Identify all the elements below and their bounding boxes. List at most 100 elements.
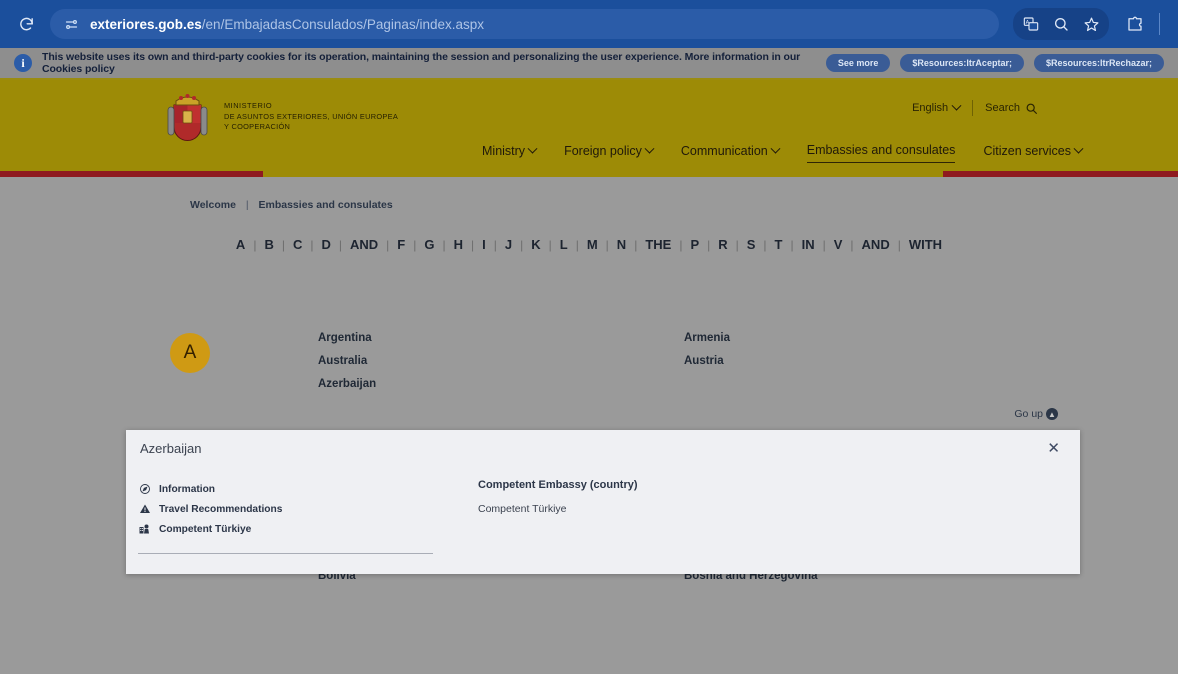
modal-menu-item-competent-embassy[interactable]: Competent Türkiye bbox=[138, 519, 458, 539]
modal-menu-label: Travel Recommendations bbox=[159, 503, 283, 515]
arrow-up-circle-icon: ▲ bbox=[1046, 408, 1058, 420]
warning-triangle-icon bbox=[138, 503, 151, 515]
country-link[interactable]: Australia bbox=[318, 350, 684, 373]
alphabet-link-n[interactable]: N bbox=[609, 237, 634, 252]
browser-action-pill: A bbox=[1013, 8, 1109, 40]
alphabet-link-l[interactable]: L bbox=[552, 237, 576, 252]
chevron-down-icon bbox=[1073, 143, 1084, 154]
spain-coat-of-arms-icon bbox=[167, 94, 208, 142]
nav-item-ministry[interactable]: Ministry bbox=[482, 143, 538, 163]
nav-item-label: Foreign policy bbox=[564, 144, 642, 158]
modal-content-heading: Competent Embassy (country) bbox=[478, 479, 638, 491]
alphabet-link-and[interactable]: AND bbox=[342, 237, 386, 252]
nav-item-citizen-services[interactable]: Citizen services bbox=[983, 143, 1084, 163]
alphabet-link-t[interactable]: T bbox=[767, 237, 791, 252]
modal-menu-label: Information bbox=[159, 483, 216, 495]
language-label: English bbox=[912, 102, 949, 114]
country-detail-modal: Azerbaijan ✕ Information Travel Recommen… bbox=[126, 430, 1080, 574]
modal-menu-item-travel-recommendations[interactable]: Travel Recommendations bbox=[138, 499, 458, 519]
alphabet-link-v[interactable]: V bbox=[826, 237, 851, 252]
cookie-banner-text: This website uses its own and third-part… bbox=[42, 51, 801, 75]
site-brand[interactable]: MINISTERIO DE ASUNTOS EXTERIORES, UNIÓN … bbox=[165, 89, 398, 145]
url-text: exteriores.gob.es/en/EmbajadasConsulados… bbox=[90, 17, 484, 32]
alphabet-link-i[interactable]: I bbox=[474, 237, 494, 252]
site-header: MINISTERIO DE ASUNTOS EXTERIORES, UNIÓN … bbox=[0, 80, 1178, 171]
ministry-line-2: DE ASUNTOS EXTERIORES, UNIÓN EUROPEA bbox=[224, 111, 399, 121]
svg-text:A: A bbox=[1026, 20, 1030, 26]
modal-menu-label: Competent Türkiye bbox=[159, 523, 252, 535]
ministry-line-1: MINISTERIO bbox=[224, 100, 273, 110]
compass-info-icon bbox=[138, 483, 151, 495]
alphabet-link-and[interactable]: AND bbox=[854, 237, 898, 252]
cookie-banner: i This website uses its own and third-pa… bbox=[0, 48, 1178, 80]
translate-icon[interactable]: A bbox=[1017, 10, 1045, 38]
embassy-building-icon bbox=[138, 523, 151, 535]
page-content: Welcome | Embassies and consulates A | B | C… bbox=[0, 177, 1178, 673]
search-icon[interactable] bbox=[1047, 10, 1075, 38]
nav-item-foreign-policy[interactable]: Foreign policy bbox=[564, 143, 655, 163]
country-section-a: A Argentina Armenia Australia Austria Azerbai… bbox=[0, 327, 1178, 420]
alphabet-index: A | B | C | D | AND | F | G | H | I | J | K | L | M | N | THE | P | R | S |… bbox=[0, 237, 1178, 252]
nav-item-label: Embassies and consulates bbox=[806, 143, 956, 157]
alphabet-link-b[interactable]: B bbox=[256, 237, 281, 252]
modal-title: Azerbaijan bbox=[140, 441, 202, 456]
alphabet-link-s[interactable]: S bbox=[739, 237, 764, 252]
breadcrumb-home[interactable]: Welcome bbox=[190, 199, 236, 211]
chevron-down-icon bbox=[770, 143, 781, 154]
alphabet-link-p[interactable]: P bbox=[682, 237, 707, 252]
chevron-down-icon bbox=[951, 100, 962, 111]
breadcrumb-separator: | bbox=[245, 199, 249, 211]
extensions-puzzle-icon[interactable] bbox=[1121, 10, 1149, 38]
site-settings-icon[interactable] bbox=[62, 15, 80, 33]
country-link[interactable]: Argentina bbox=[318, 327, 684, 350]
reload-icon[interactable] bbox=[12, 10, 40, 38]
alphabet-link-j[interactable]: J bbox=[497, 237, 520, 252]
modal-menu-item-information[interactable]: Information bbox=[138, 479, 458, 499]
alphabet-link-c[interactable]: C bbox=[285, 237, 310, 252]
nav-item-embassies-and-consulates[interactable]: Embassies and consulates bbox=[806, 143, 956, 163]
alphabet-link-k[interactable]: K bbox=[523, 237, 548, 252]
address-bar[interactable]: exteriores.gob.es/en/EmbajadasConsulados… bbox=[50, 9, 999, 39]
chevron-down-icon bbox=[527, 143, 538, 154]
ministry-line-3: Y COOPERACIÓN bbox=[224, 122, 291, 132]
country-grid: Argentina Armenia Australia Austria Azerbaij… bbox=[318, 327, 1058, 396]
alphabet-link-f[interactable]: F bbox=[389, 237, 413, 252]
modal-content-text[interactable]: Competent Türkiye bbox=[478, 503, 638, 515]
country-link[interactable]: Austria bbox=[684, 350, 1058, 373]
go-up-link[interactable]: Go up ▲ bbox=[170, 408, 1058, 420]
close-icon[interactable]: ✕ bbox=[1041, 438, 1066, 459]
chevron-down-icon bbox=[644, 143, 655, 154]
section-letter-badge: A bbox=[170, 333, 210, 373]
browser-toolbar: exteriores.gob.es/en/EmbajadasConsulados… bbox=[0, 0, 1178, 48]
utility-divider bbox=[972, 100, 974, 116]
modal-body: Information Travel Recommendations Compe… bbox=[126, 467, 1080, 554]
alphabet-link-m[interactable]: M bbox=[579, 237, 606, 252]
see-more-button[interactable]: See more bbox=[825, 54, 891, 72]
search-label: Search bbox=[985, 102, 1020, 114]
alphabet-link-r[interactable]: R bbox=[710, 237, 735, 252]
header-search[interactable]: Search bbox=[985, 102, 1038, 115]
nav-item-label: Citizen services bbox=[983, 144, 1071, 158]
main-navigation: Ministry Foreign policy Communication Embas… bbox=[482, 143, 1084, 163]
language-selector[interactable]: English bbox=[912, 100, 962, 114]
alphabet-link-in[interactable]: IN bbox=[794, 237, 823, 252]
alphabet-link-with[interactable]: WITH bbox=[901, 237, 950, 252]
url-path: /en/EmbajadasConsulados/Paginas/index.as… bbox=[201, 16, 484, 32]
country-link[interactable]: Azerbaijan bbox=[318, 373, 684, 396]
alphabet-link-h[interactable]: H bbox=[446, 237, 471, 252]
alphabet-link-the[interactable]: THE bbox=[637, 237, 679, 252]
modal-menu-divider bbox=[138, 553, 433, 554]
alphabet-link-a[interactable]: A bbox=[228, 237, 253, 252]
country-link[interactable]: Armenia bbox=[684, 327, 1058, 350]
toolbar-divider bbox=[1159, 13, 1160, 35]
alphabet-link-g[interactable]: G bbox=[416, 237, 442, 252]
breadcrumb-current: Embassies and consulates bbox=[258, 199, 393, 211]
reject-cookies-button[interactable]: $Resources:ltrRechazar; bbox=[1033, 54, 1164, 72]
bookmark-star-icon[interactable] bbox=[1077, 10, 1105, 38]
modal-menu: Information Travel Recommendations Compe… bbox=[138, 479, 458, 554]
nav-item-communication[interactable]: Communication bbox=[681, 143, 781, 163]
accept-cookies-button[interactable]: $Resources:ltrAceptar; bbox=[900, 54, 1024, 72]
url-domain: exteriores.gob.es bbox=[90, 16, 202, 32]
alphabet-link-d[interactable]: D bbox=[313, 237, 338, 252]
header-utility-bar: English Search bbox=[912, 100, 1038, 116]
